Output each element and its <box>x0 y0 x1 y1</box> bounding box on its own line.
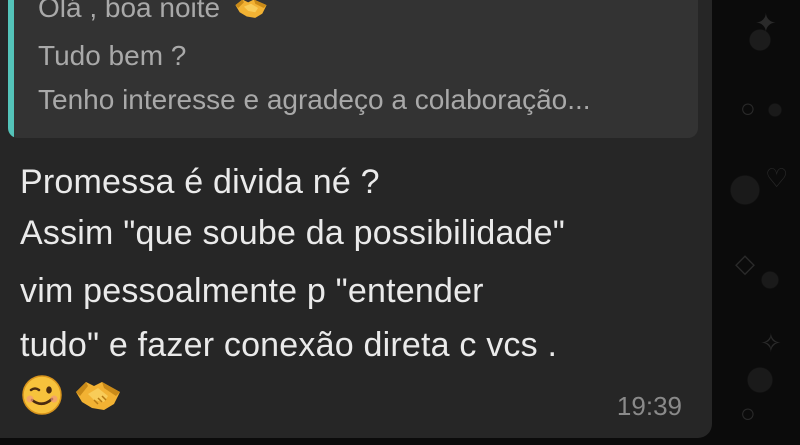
quoted-line-3: Tenho interesse e agradeço a colaboração… <box>38 84 591 115</box>
circle-doodle-icon: ○ <box>740 398 756 428</box>
quoted-message[interactable]: Olá , boa noite Tudo bem ? Tenho interes… <box>8 0 698 138</box>
message-line-4: tudo" e fazer conexão direta c vcs . <box>20 326 558 364</box>
winking-face-emoji-icon <box>22 375 62 415</box>
message-line-2: Assim "que soube da possibilidade" <box>20 214 566 252</box>
handshake-emoji-icon <box>235 0 267 18</box>
message-line-3: vim pessoalmente p "entender <box>20 272 484 310</box>
message-timestamp: 19:39 <box>616 391 682 421</box>
star-doodle-icon: ✦ <box>755 8 777 38</box>
diamond-doodle-icon: ◇ <box>735 248 755 278</box>
message-bubble[interactable]: Olá , boa noite Tudo bem ? Tenho interes… <box>0 0 712 438</box>
quoted-line-1-text: Olá , boa noite <box>38 0 221 23</box>
quoted-line-1: Olá , boa noite <box>38 0 268 24</box>
circle-doodle-icon: ○ <box>740 93 756 123</box>
message-line-1: Promessa é divida né ? <box>20 163 380 201</box>
message-emoji-row <box>20 374 122 416</box>
heart-doodle-icon: ♡ <box>765 163 789 193</box>
quote-accent-bar <box>8 0 14 138</box>
star-doodle-icon: ✧ <box>760 328 782 358</box>
handshake-emoji-icon <box>76 382 120 410</box>
quoted-line-2: Tudo bem ? <box>38 40 187 71</box>
